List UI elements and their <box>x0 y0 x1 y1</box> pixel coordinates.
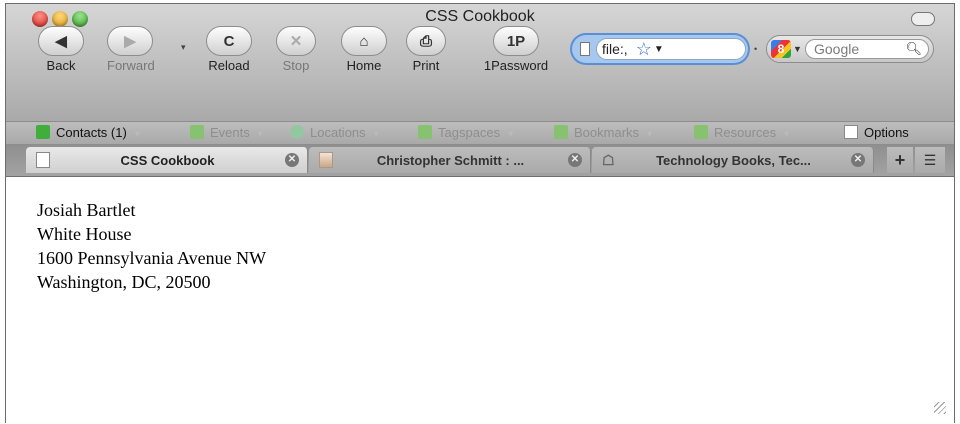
tab-bar: CSS Cookbook ✕ Christopher Schmitt : ...… <box>6 145 954 177</box>
books-icon: ☖ <box>602 152 615 168</box>
resize-grip-icon[interactable] <box>934 402 946 414</box>
close-tab-icon[interactable]: ✕ <box>851 153 865 167</box>
stop-button[interactable]: ✕ Stop <box>276 26 316 73</box>
options-icon <box>844 125 858 139</box>
bookmark-label: Contacts (1) <box>56 125 127 140</box>
bookmark-label: Tagspaces <box>438 125 501 140</box>
tab-list-icon[interactable]: ☰ <box>915 147 945 173</box>
dropdown-arrow-icon[interactable]: ▾ <box>374 129 379 140</box>
bookmark-locations[interactable]: Locations ▾ <box>290 125 379 141</box>
reload-button-label: Reload <box>208 58 250 73</box>
home-button[interactable]: ⌂ Home <box>341 26 387 73</box>
bookmark-tagspaces[interactable]: Tagspaces ▾ <box>418 125 513 141</box>
toolbar-area: CSS Cookbook ◀ Back ▶ Forward ▾ C Reload… <box>6 4 954 122</box>
profile-photo-icon <box>319 152 333 168</box>
page-document-icon <box>36 152 50 168</box>
url-text: file:, <box>602 41 628 57</box>
contact-city: Washington, DC, 20500 <box>37 272 211 292</box>
reload-icon: C <box>206 26 252 56</box>
tab-label: CSS Cookbook <box>120 152 215 168</box>
print-icon: ⎙ <box>406 26 446 56</box>
window-title: CSS Cookbook <box>425 8 535 25</box>
locations-icon <box>290 125 304 139</box>
home-icon: ⌂ <box>341 26 387 56</box>
home-button-label: Home <box>346 58 382 73</box>
bookmark-options[interactable]: Options <box>844 125 909 141</box>
bookmark-contacts[interactable]: Contacts (1) ▾ <box>36 125 140 141</box>
events-icon <box>190 125 204 139</box>
close-tab-icon[interactable]: ✕ <box>568 153 582 167</box>
address-block: Josiah Bartlet White House 1600 Pennsylv… <box>37 198 266 294</box>
reload-button[interactable]: C Reload <box>206 26 252 73</box>
bookmark-label: Resources <box>714 125 777 140</box>
back-arrow-icon: ◀ <box>38 26 84 56</box>
forward-button[interactable]: ▶ Forward <box>107 26 155 73</box>
address-bar[interactable]: file:, ☆ ▼ <box>572 35 748 63</box>
onepassword-button-label: 1Password <box>483 58 549 73</box>
page-content: Josiah Bartlet White House 1600 Pennsylv… <box>6 177 954 424</box>
dropdown-arrow-icon[interactable]: ▾ <box>258 129 263 140</box>
onepassword-button[interactable]: 1P 1Password <box>478 26 554 73</box>
back-button-label: Back <box>46 58 76 73</box>
dropdown-arrow-icon[interactable]: ▾ <box>784 129 789 140</box>
search-placeholder: Google <box>814 41 860 57</box>
search-input[interactable]: Google 🔍︎ <box>805 39 929 59</box>
tab-label: Christopher Schmitt : ... <box>376 152 525 168</box>
search-separator-icon: • <box>754 44 758 54</box>
url-history-dropdown-icon[interactable]: ▼ <box>654 44 664 55</box>
bookmarks-icon <box>554 125 568 139</box>
google-logo-icon[interactable]: 8 <box>771 40 791 58</box>
search-magnifier-icon[interactable]: 🔍︎ <box>905 40 922 58</box>
dropdown-arrow-icon[interactable]: ▾ <box>647 129 652 140</box>
bookmarks-bar: Contacts (1) ▾ Events ▾ Locations ▾ Tagspac… <box>6 121 954 145</box>
contacts-icon <box>36 125 50 139</box>
bookmark-bookmarks[interactable]: Bookmarks ▾ <box>554 125 652 141</box>
tab-css-cookbook[interactable]: CSS Cookbook ✕ <box>26 147 308 173</box>
contact-organization: White House <box>37 224 132 244</box>
bookmark-star-icon[interactable]: ☆ <box>636 39 652 60</box>
dropdown-arrow-icon[interactable]: ▾ <box>508 129 513 140</box>
toolbar-toggle-button[interactable] <box>911 12 935 26</box>
tab-technology-books[interactable]: ☖ Technology Books, Tec... ✕ <box>592 147 874 173</box>
close-tab-icon[interactable]: ✕ <box>285 153 299 167</box>
bookmark-events[interactable]: Events ▾ <box>190 125 263 141</box>
bookmark-resources[interactable]: Resources ▾ <box>694 125 789 141</box>
contact-street: 1600 Pennsylvania Avenue NW <box>37 248 267 268</box>
print-button-label: Print <box>412 58 440 73</box>
print-button[interactable]: ⎙ Print <box>406 26 446 73</box>
search-engine-dropdown-icon[interactable]: ▼ <box>793 44 802 54</box>
tab-christopher-schmitt[interactable]: Christopher Schmitt : ... ✕ <box>309 147 591 173</box>
bookmark-label: Options <box>864 125 909 140</box>
page-document-icon <box>580 42 590 56</box>
back-button[interactable]: ◀ Back <box>38 26 84 73</box>
onepassword-icon: 1P <box>493 26 539 56</box>
browser-window: CSS Cookbook ◀ Back ▶ Forward ▾ C Reload… <box>5 3 955 424</box>
history-dropdown-icon[interactable]: ▾ <box>181 42 186 53</box>
stop-icon: ✕ <box>276 26 316 56</box>
forward-arrow-icon: ▶ <box>107 26 153 56</box>
forward-button-label: Forward <box>107 58 155 73</box>
bookmark-label: Locations <box>310 125 366 140</box>
search-bar[interactable]: 8 ▼ Google 🔍︎ <box>766 35 934 63</box>
tab-label: Technology Books, Tec... <box>656 152 811 168</box>
resources-icon <box>694 125 708 139</box>
new-tab-button[interactable]: + <box>887 147 913 173</box>
bookmark-label: Bookmarks <box>574 125 640 140</box>
tagspaces-icon <box>418 125 432 139</box>
contact-name: Josiah Bartlet <box>37 200 136 220</box>
dropdown-arrow-icon[interactable]: ▾ <box>135 129 140 140</box>
url-field[interactable]: file:, ☆ ▼ <box>596 38 746 60</box>
stop-button-label: Stop <box>282 58 310 73</box>
bookmark-label: Events <box>210 125 250 140</box>
